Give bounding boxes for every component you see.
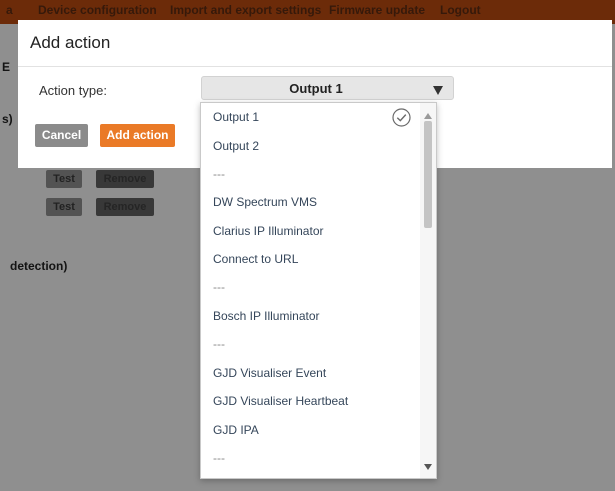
dropdown-separator: --- xyxy=(213,280,225,294)
dropdown-separator: --- xyxy=(213,167,225,181)
action-type-selected-value: Output 1 xyxy=(289,81,343,96)
dropdown-option-clarius-ip-illuminator[interactable]: Clarius IP Illuminator xyxy=(213,224,323,238)
modal-title: Add action xyxy=(30,33,111,52)
dropdown-separator: --- xyxy=(213,337,225,351)
dropdown-option-dw-spectrum-vms[interactable]: DW Spectrum VMS xyxy=(213,195,317,209)
dropdown-option-output-2[interactable]: Output 2 xyxy=(213,139,259,153)
triangle-down-icon xyxy=(433,82,443,100)
action-type-label: Action type: xyxy=(39,83,107,98)
dropdown-option-bosch-ip-illuminator[interactable]: Bosch IP Illuminator xyxy=(213,309,320,323)
dropdown-scrollbar[interactable] xyxy=(420,103,436,478)
dropdown-separator: --- xyxy=(213,451,225,465)
dropdown-option-gjd-visualiser-heartbeat[interactable]: GJD Visualiser Heartbeat xyxy=(213,394,348,408)
dropdown-option-connect-to-url[interactable]: Connect to URL xyxy=(213,252,298,266)
scrollbar-thumb[interactable] xyxy=(424,121,432,228)
check-circle-icon xyxy=(392,108,411,132)
dropdown-option-gjd-visualiser-event[interactable]: GJD Visualiser Event xyxy=(213,366,326,380)
action-type-select[interactable]: Output 1 xyxy=(201,76,454,100)
dropdown-option-output-1[interactable]: Output 1 xyxy=(213,110,259,124)
action-type-dropdown: Output 1 Output 2 --- DW Spectrum VMS Cl… xyxy=(200,102,437,479)
dropdown-option-gjd-ipa[interactable]: GJD IPA xyxy=(213,423,259,437)
cancel-button[interactable]: Cancel xyxy=(35,124,88,147)
add-action-button[interactable]: Add action xyxy=(100,124,175,147)
modal-header: Add action xyxy=(18,20,612,67)
scroll-down-arrow-icon[interactable] xyxy=(424,457,432,475)
